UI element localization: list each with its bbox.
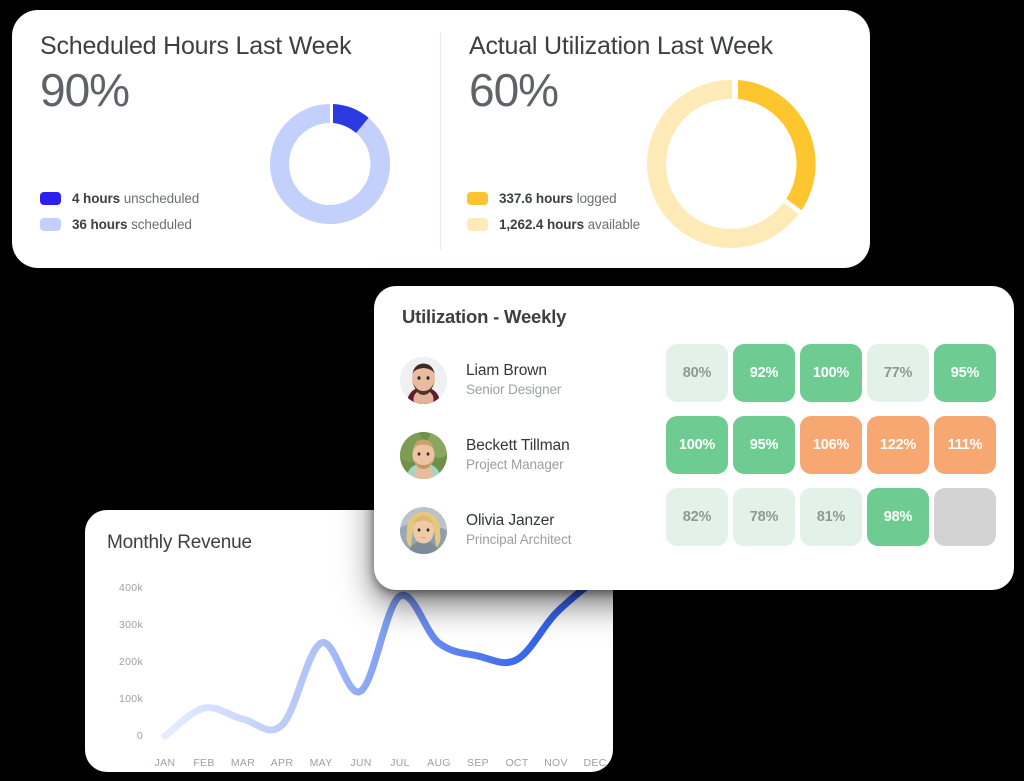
x-tick-label: FEB bbox=[193, 757, 214, 769]
list-item[interactable]: Olivia Janzer Principal Architect bbox=[400, 494, 660, 566]
person-name: Olivia Janzer bbox=[466, 511, 555, 529]
utilization-weekly-card: Utilization - Weekly Liam Brown Senior D… bbox=[374, 286, 1014, 590]
y-tick-label: 100k bbox=[119, 693, 143, 705]
person-name: Liam Brown bbox=[466, 361, 547, 379]
x-tick-label: MAR bbox=[231, 757, 255, 769]
scheduled-hours-donut bbox=[256, 90, 404, 243]
monthly-revenue-title: Monthly Revenue bbox=[107, 532, 252, 553]
y-tick-label: 400k bbox=[119, 582, 143, 594]
actual-utilization-title: Actual Utilization Last Week bbox=[469, 32, 773, 60]
donut-base-segment bbox=[270, 104, 391, 225]
avatar bbox=[400, 356, 447, 404]
utilization-title: Utilization - Weekly bbox=[402, 306, 567, 327]
utilization-cell[interactable]: 82% bbox=[666, 488, 728, 546]
x-tick-label: DEC bbox=[583, 757, 606, 769]
utilization-cell[interactable]: 98% bbox=[867, 488, 929, 546]
utilization-cell[interactable]: 78% bbox=[733, 488, 795, 546]
legend-label-logged: 337.6 hours logged bbox=[499, 191, 617, 206]
utilization-cell[interactable]: 80% bbox=[666, 344, 728, 402]
utilization-cell[interactable]: 122% bbox=[867, 416, 929, 474]
person-name: Beckett Tillman bbox=[466, 436, 570, 454]
x-tick-label: OCT bbox=[505, 757, 528, 769]
people-list: Liam Brown Senior Designer Beckett Tillm… bbox=[400, 344, 660, 569]
scheduled-hours-legend: 4 hours unscheduled 36 hours scheduled bbox=[40, 191, 199, 232]
legend-swatch-available bbox=[467, 218, 488, 231]
utilization-cell[interactable]: 100% bbox=[666, 416, 728, 474]
legend-label-scheduled: 36 hours scheduled bbox=[72, 217, 192, 232]
legend-item: 36 hours scheduled bbox=[40, 217, 199, 232]
x-tick-label: NOV bbox=[544, 757, 568, 769]
utilization-cell[interactable]: 111% bbox=[934, 416, 996, 474]
x-tick-label: SEP bbox=[467, 757, 489, 769]
x-tick-label: JUN bbox=[350, 757, 371, 769]
x-tick-label: APR bbox=[271, 757, 294, 769]
x-tick-label: JUL bbox=[390, 757, 410, 769]
legend-swatch-unscheduled bbox=[40, 192, 61, 205]
x-tick-label: JAN bbox=[155, 757, 176, 769]
legend-swatch-scheduled bbox=[40, 218, 61, 231]
monthly-revenue-chart: 400k 300k 200k 100k 0 JAN FEB MAR APR MA… bbox=[119, 576, 607, 769]
kpi-summary-card: Scheduled Hours Last Week 90% 4 hours un… bbox=[12, 10, 870, 268]
actual-utilization-donut bbox=[643, 72, 827, 261]
person-role: Senior Designer bbox=[466, 382, 562, 398]
actual-utilization-panel: Actual Utilization Last Week 60% 337.6 h… bbox=[441, 10, 870, 268]
utilization-grid: 80% 92% 100% 77% 95% 100% 95% 106% 122% 111% 82% 78… bbox=[666, 344, 1000, 546]
utilization-cell[interactable]: 81% bbox=[800, 488, 862, 546]
legend-item: 1,262.4 hours available bbox=[467, 217, 640, 232]
scheduled-hours-panel: Scheduled Hours Last Week 90% 4 hours un… bbox=[12, 10, 441, 268]
utilization-cell[interactable]: 106% bbox=[800, 416, 862, 474]
legend-label-unscheduled: 4 hours unscheduled bbox=[72, 191, 200, 206]
legend-swatch-logged bbox=[467, 192, 488, 205]
avatar bbox=[400, 506, 447, 554]
x-tick-label: AUG bbox=[427, 757, 451, 769]
utilization-cell[interactable] bbox=[934, 488, 996, 546]
donut-accent-segment bbox=[738, 80, 816, 211]
legend-item: 4 hours unscheduled bbox=[40, 191, 199, 206]
list-item[interactable]: Liam Brown Senior Designer bbox=[400, 344, 660, 416]
y-axis-ticks: 400k 300k 200k 100k 0 bbox=[119, 582, 143, 742]
utilization-cell[interactable]: 92% bbox=[733, 344, 795, 402]
utilization-cell[interactable]: 95% bbox=[934, 344, 996, 402]
x-tick-label: MAY bbox=[310, 757, 333, 769]
avatar bbox=[400, 431, 447, 479]
legend-item: 337.6 hours logged bbox=[467, 191, 640, 206]
list-item[interactable]: Beckett Tillman Project Manager bbox=[400, 419, 660, 491]
revenue-line-series bbox=[161, 576, 599, 740]
scheduled-hours-title: Scheduled Hours Last Week bbox=[40, 32, 352, 60]
person-role: Project Manager bbox=[466, 457, 564, 473]
legend-label-available: 1,262.4 hours available bbox=[499, 217, 641, 232]
utilization-cell[interactable]: 77% bbox=[867, 344, 929, 402]
person-role: Principal Architect bbox=[466, 532, 572, 548]
x-axis-ticks: JAN FEB MAR APR MAY JUN JUL AUG SEP OCT … bbox=[155, 757, 607, 769]
y-tick-label: 0 bbox=[137, 730, 143, 742]
y-tick-label: 300k bbox=[119, 619, 143, 631]
y-tick-label: 200k bbox=[119, 656, 143, 668]
utilization-cell[interactable]: 100% bbox=[800, 344, 862, 402]
dashboard-stage: Scheduled Hours Last Week 90% 4 hours un… bbox=[0, 0, 1024, 781]
utilization-cell[interactable]: 95% bbox=[733, 416, 795, 474]
actual-utilization-legend: 337.6 hours logged 1,262.4 hours availab… bbox=[467, 191, 640, 232]
